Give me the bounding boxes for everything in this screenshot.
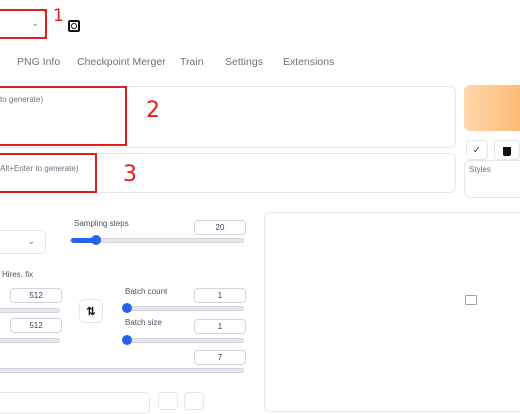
- annotation-number-1: 1: [53, 6, 64, 26]
- trash-icon[interactable]: [494, 140, 520, 160]
- width-slider[interactable]: [0, 308, 60, 313]
- annotation-box-2: [0, 86, 127, 146]
- tab-checkpoint-merger[interactable]: Checkpoint Merger: [77, 56, 166, 68]
- height-slider[interactable]: [0, 338, 60, 343]
- sampling-steps-label: Sampling steps: [74, 219, 129, 228]
- batch-size-handle[interactable]: [122, 335, 132, 345]
- annotation-number-3: 3: [123, 162, 137, 187]
- batch-count-handle[interactable]: [122, 303, 132, 313]
- sampling-method-dropdown[interactable]: ⌄: [0, 230, 46, 254]
- annotation-box-3: [0, 153, 97, 193]
- tab-train[interactable]: Train: [180, 56, 204, 68]
- annotation-number-2: 2: [146, 98, 160, 123]
- chevron-down-icon: ⌄: [27, 236, 35, 246]
- batch-size-input[interactable]: 1: [194, 319, 246, 334]
- sampling-steps-slider[interactable]: [70, 235, 244, 245]
- generate-button[interactable]: [464, 85, 520, 131]
- styles-label: Styles: [469, 165, 491, 174]
- batch-count-label: Batch count: [125, 287, 168, 296]
- batch-count-input[interactable]: 1: [194, 288, 246, 303]
- height-input[interactable]: 512: [10, 318, 62, 333]
- hires-fix-label: Hires. fix: [2, 270, 34, 279]
- refresh-icon[interactable]: [68, 20, 80, 32]
- cfg-scale-slider[interactable]: [0, 368, 244, 373]
- sampling-steps-input[interactable]: 20: [194, 220, 246, 235]
- tab-settings[interactable]: Settings: [225, 56, 263, 68]
- swap-arrows-icon[interactable]: ⇅: [79, 299, 103, 323]
- tab-extensions[interactable]: Extensions: [283, 56, 334, 68]
- image-icon: [465, 295, 477, 305]
- recycle-icon[interactable]: [184, 392, 204, 410]
- dice-icon[interactable]: [158, 392, 178, 410]
- batch-size-label: Batch size: [125, 318, 162, 327]
- batch-size-slider[interactable]: [122, 335, 244, 345]
- seed-input[interactable]: [0, 392, 150, 414]
- cfg-scale-input[interactable]: 7: [194, 350, 246, 365]
- tab-png-info[interactable]: PNG Info: [17, 56, 60, 68]
- styles-dropdown[interactable]: Styles: [464, 160, 520, 198]
- width-input[interactable]: 512: [10, 288, 62, 303]
- batch-count-slider[interactable]: [122, 303, 244, 313]
- output-gallery: [264, 212, 520, 412]
- check-icon[interactable]: ✓: [466, 140, 488, 160]
- sampling-steps-handle[interactable]: [91, 235, 101, 245]
- annotation-box-1: [0, 9, 47, 39]
